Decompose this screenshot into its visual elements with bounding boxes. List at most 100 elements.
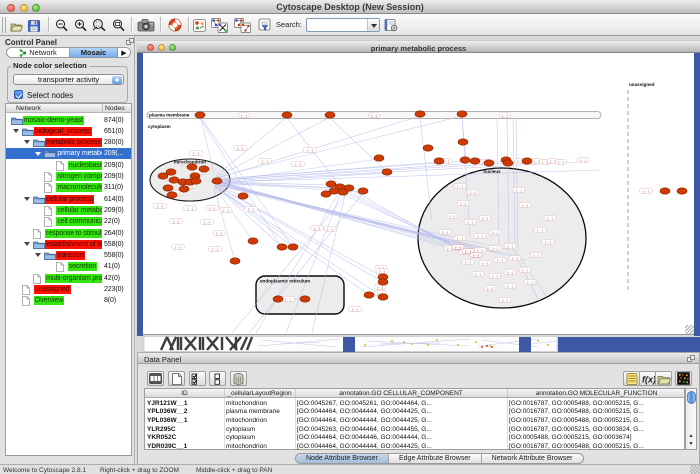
network-edge[interactable] [216,117,287,176]
network-node[interactable] [364,292,374,298]
network-edge[interactable] [420,117,432,222]
network-node[interactable] [187,164,197,170]
zoom-out-icon[interactable] [55,19,68,37]
network-node[interactable] [374,155,384,161]
column-header[interactable]: annotation.GO CELLULAR_COMPONENT [295,390,507,397]
manage-networks-icon[interactable] [211,18,228,38]
network-node[interactable] [238,193,248,199]
network-window-titlebar[interactable]: primary metabolic process [137,40,700,53]
new-attribute-button[interactable] [168,371,185,386]
attribute-grid-button[interactable] [147,371,164,386]
network-node[interactable] [460,157,470,163]
tab-overflow-button[interactable]: ▶ [118,48,130,57]
network-node[interactable] [230,258,240,264]
snapshot-icon[interactable] [137,18,155,37]
network-node[interactable] [484,160,494,166]
tree-row-cell-communicat[interactable]: cell communicat22(0) [6,216,131,227]
filter-doc-icon[interactable] [258,18,272,37]
column-divider[interactable] [507,389,508,397]
network-node[interactable] [358,188,368,194]
data-panel-titlebar[interactable]: Data Panel [138,353,699,364]
save-icon[interactable] [28,19,40,37]
vizmapper-icon[interactable] [193,19,206,37]
tree-row-response-to-stimul[interactable]: response to stimul264(0) [6,228,131,239]
tree-row-multi-organism-pro[interactable]: multi-organism pro42(0) [6,273,131,284]
network-node[interactable] [378,294,388,300]
network-node[interactable] [503,160,513,166]
table-row-YPL036W__1[interactable]: YPL036W__1mitochondrion[GO:0044464, GO:0… [145,416,684,425]
tab-network-attribute-browser[interactable]: Network Attribute Browser [481,454,583,463]
network-node[interactable] [169,177,179,183]
delete-attribute-button[interactable] [230,371,247,386]
scroll-up-icon[interactable]: ▲ [686,432,696,440]
table-vertical-scrollbar[interactable]: ▲ ▼ [685,388,697,450]
node-color-attribute-select[interactable]: transporter activity [13,74,124,85]
network-node[interactable] [179,186,189,192]
zoom-selected-icon[interactable] [92,19,106,37]
network-node[interactable] [338,189,348,195]
network-node[interactable] [191,178,201,184]
tree-row-cellular-metabo[interactable]: cellular metabo209(0) [6,205,131,216]
network-canvas[interactable]: (···)(···)(···)(···)(···)(···)(···)(···)… [143,53,694,335]
network-edge[interactable] [330,118,387,172]
expand-arrow-icon[interactable] [35,152,41,156]
expand-arrow-icon[interactable] [24,242,30,246]
network-node[interactable] [660,188,670,194]
tree-row-establishment-of-lo[interactable]: establishment of lo558(0) [6,239,131,250]
tree-row-nucleobase-[interactable]: nucleobase-209(0) [6,160,131,171]
network-node[interactable] [195,112,205,118]
expand-arrow-icon[interactable] [24,140,30,144]
unselect-attributes-button[interactable] [209,371,226,386]
column-divider[interactable] [224,389,225,397]
zoom-in-icon[interactable] [74,19,87,37]
select-nodes-checkbox[interactable] [14,90,23,99]
tab-edge-attribute-browser[interactable]: Edge Attribute Browser [388,454,481,463]
network-node[interactable] [212,178,222,184]
network-node[interactable] [434,158,444,164]
network-node[interactable] [321,191,331,197]
view-resize-grip[interactable] [685,325,694,334]
network-node[interactable] [326,181,336,187]
search-dropdown-button[interactable] [367,19,379,31]
network-node[interactable] [677,188,687,194]
column-header[interactable]: ID [145,390,224,397]
float-panel-icon[interactable] [126,38,134,45]
tree-row-nitrogen-compo[interactable]: nitrogen compo209(0) [6,171,131,182]
tree-row-secretion[interactable]: secretion41(0) [6,261,131,272]
expand-arrow-icon[interactable] [13,129,19,133]
table-row-YDR039C__1[interactable]: YDR039C__1mitochondrion[GO:0044464, GO:0… [145,442,684,451]
tree-row-unassigned[interactable]: unassigned223(0) [6,284,131,295]
column-header[interactable]: annotation.GO MOLECULAR_FUNCTION [507,390,686,397]
network-overlay-icon[interactable] [234,18,251,38]
column-header[interactable]: _cellularLayoutRegion [224,390,295,397]
network-node[interactable] [458,139,468,145]
network-node[interactable] [300,296,310,302]
network-node[interactable] [378,279,388,285]
network-node[interactable] [522,158,532,164]
tree-row-primary-metabo[interactable]: primary metabo209(... [6,148,131,159]
matrix-view-button[interactable] [675,371,692,386]
tree-row-metabolic-process[interactable]: metabolic process280(0) [6,137,131,148]
select-attributes-button[interactable] [189,371,206,386]
app-resize-grip[interactable] [690,465,700,474]
help-lifesaver-icon[interactable] [168,18,182,37]
expand-arrow-icon[interactable] [24,197,30,201]
network-edge[interactable] [217,186,383,282]
import-attributes-button[interactable] [655,371,672,386]
open-folder-icon[interactable] [10,19,23,37]
network-node[interactable] [470,158,480,164]
network-node[interactable] [248,238,258,244]
formula-builder-button[interactable]: f(x) [639,371,656,386]
tree-row-transport[interactable]: transport558(0) [6,250,131,261]
network-node[interactable] [158,173,168,179]
tree-row-cellular-process[interactable]: cellular process614(0) [6,194,131,205]
network-node[interactable] [282,112,292,118]
expand-arrow-icon[interactable] [35,253,41,257]
zoom-fit-icon[interactable] [112,19,125,37]
network-node[interactable] [415,111,425,117]
scroll-down-icon[interactable]: ▼ [686,440,696,448]
tab-node-attribute-browser[interactable]: Node Attribute Browser [296,454,388,463]
scrollbar-thumb[interactable] [687,391,696,404]
network-node[interactable] [277,244,287,250]
tree-row-mosaic-demo-yeast[interactable]: mosaic-demo-yeast874(0) [6,115,131,126]
